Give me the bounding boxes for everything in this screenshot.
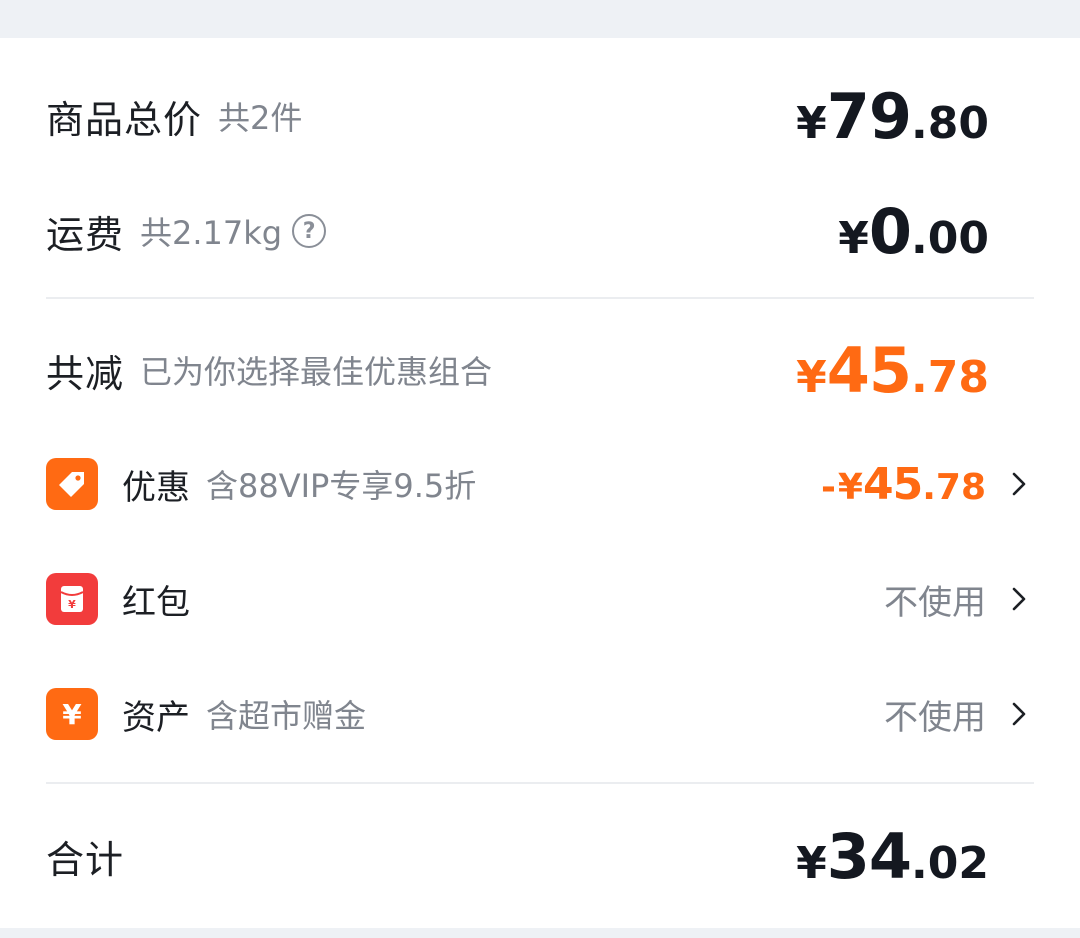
currency-symbol: ¥ <box>796 351 827 403</box>
total-reduction-row: 共减 已为你选择最佳优惠组合 ¥ 45 .78 <box>46 332 1034 408</box>
discount-note: 含88VIP专享9.5折 <box>206 467 477 505</box>
svg-text:¥: ¥ <box>68 598 76 611</box>
currency-symbol: ¥ <box>796 837 827 889</box>
amount-decimal: .80 <box>911 97 989 149</box>
grand-total-amount: ¥ 34 .02 <box>796 820 989 893</box>
goods-total-amount: ¥ 79 .80 <box>796 80 989 153</box>
chevron-right-icon <box>1004 699 1034 729</box>
tag-icon <box>46 458 98 510</box>
amount-integer: 34 <box>826 819 912 893</box>
amount-integer: 79 <box>826 79 912 153</box>
assets-row[interactable]: ¥ 资产 含超市赠金 不使用 <box>46 682 1034 746</box>
total-reduction-amount: ¥ 45 .78 <box>796 334 989 407</box>
shipping-weight-note: 共2.17kg <box>140 214 283 252</box>
divider <box>46 297 1034 299</box>
discount-label: 优惠 <box>122 467 190 508</box>
yen-icon: ¥ <box>46 688 98 740</box>
amount-decimal: .02 <box>911 837 989 889</box>
amount-decimal: .78 <box>922 466 986 508</box>
chevron-right-icon <box>1004 469 1034 499</box>
red-packet-label: 红包 <box>122 582 190 623</box>
currency-symbol: ¥ <box>838 212 869 264</box>
grand-total-row: 合计 ¥ 34 .02 <box>46 816 1034 896</box>
currency-symbol: ¥ <box>837 466 863 508</box>
red-packet-status: 不使用 <box>884 582 986 623</box>
minus-sign: - <box>820 466 836 508</box>
discount-amount: - ¥ 45 .78 <box>821 459 986 510</box>
red-packet-value-group: 不使用 <box>884 575 1034 624</box>
red-packet-icon: ¥ <box>46 573 98 625</box>
assets-value-group: 不使用 <box>884 690 1034 739</box>
divider <box>46 782 1034 784</box>
amount-integer: 0 <box>868 194 912 268</box>
red-packet-row[interactable]: ¥ 红包 不使用 <box>46 567 1034 631</box>
amount-decimal: .00 <box>911 212 989 264</box>
shipping-amount: ¥ 0 .00 <box>838 195 989 268</box>
shipping-row: 运费 共2.17kg ? ¥ 0 .00 <box>46 193 1034 269</box>
currency-symbol: ¥ <box>796 97 827 149</box>
amount-integer: 45 <box>862 458 923 510</box>
goods-total-label: 商品总价 <box>46 97 203 142</box>
chevron-right-icon <box>1004 584 1034 614</box>
order-summary-card: 商品总价 共2件 ¥ 79 .80 运费 共2.17kg ? ¥ 0 .00 共… <box>0 38 1080 928</box>
grand-total-label: 合计 <box>46 837 125 882</box>
total-reduction-label: 共减 <box>46 351 125 396</box>
shipping-label: 运费 <box>46 212 125 257</box>
discount-value-group: - ¥ 45 .78 <box>821 459 1034 510</box>
assets-note: 含超市赠金 <box>206 697 367 735</box>
amount-decimal: .78 <box>911 351 989 403</box>
discount-row[interactable]: 优惠 含88VIP专享9.5折 - ¥ 45 .78 <box>46 452 1034 516</box>
goods-total-row: 商品总价 共2件 ¥ 79 .80 <box>46 78 1034 154</box>
svg-text:¥: ¥ <box>62 699 82 729</box>
amount-integer: 45 <box>826 333 912 407</box>
assets-label: 资产 <box>122 697 190 738</box>
best-combo-note: 已为你选择最佳优惠组合 <box>140 353 493 391</box>
goods-count-note: 共2件 <box>218 99 303 137</box>
help-icon[interactable]: ? <box>292 214 327 248</box>
assets-status: 不使用 <box>884 697 986 738</box>
